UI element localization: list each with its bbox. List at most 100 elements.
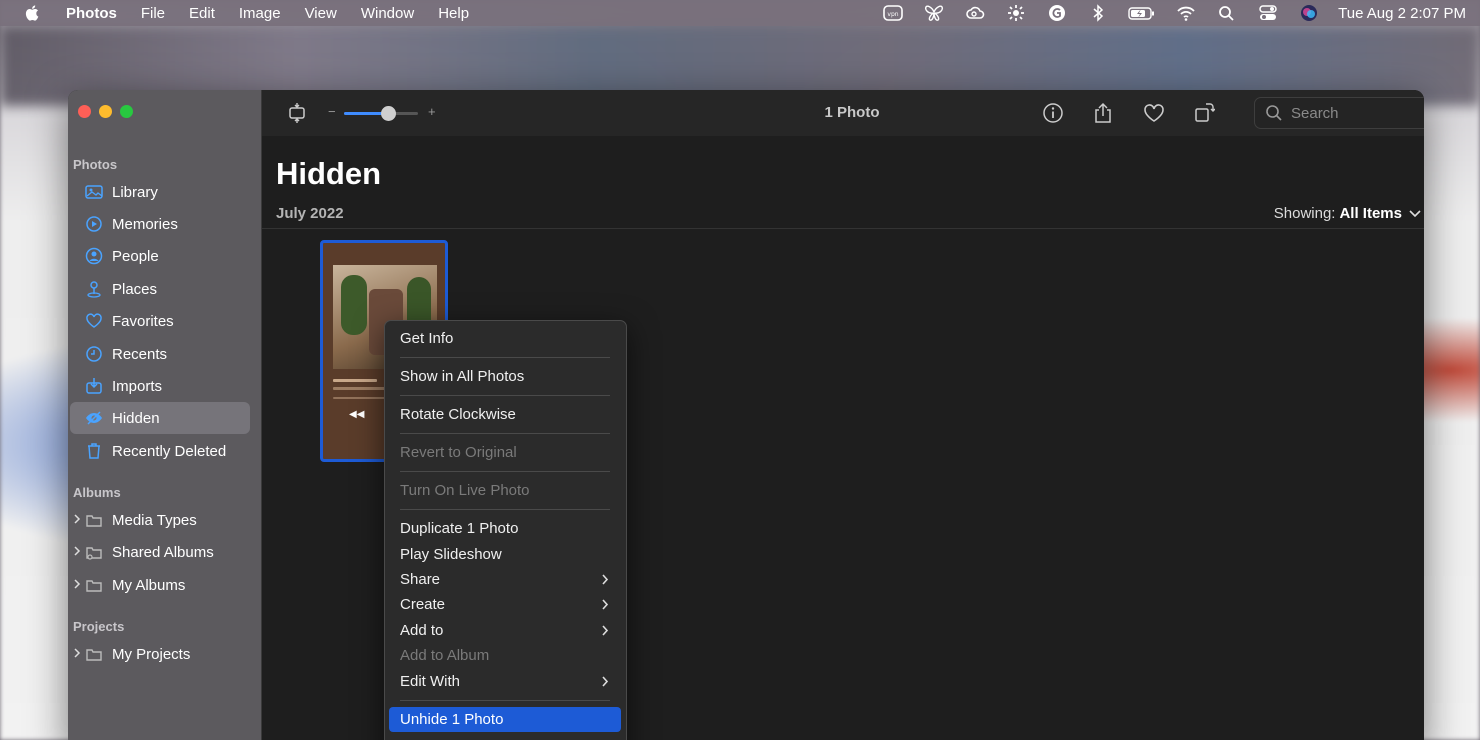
sidebar-item-people[interactable]: People — [70, 240, 250, 272]
submenu-chevron-icon — [602, 574, 609, 585]
menu-item-label: Edit With — [400, 673, 461, 690]
menu-separator — [400, 395, 610, 396]
context-menu: Get Info Show in All Photos Rotate Clock… — [384, 320, 627, 740]
sidebar-item-label: Recently Deleted — [112, 442, 227, 460]
sidebar-item-label: Shared Albums — [112, 543, 214, 561]
share-icon[interactable] — [1090, 100, 1116, 126]
menu-separator — [400, 433, 610, 434]
submenu-chevron-icon — [602, 676, 609, 687]
photos-window: Photos Library Memories People Places Fa… — [68, 90, 1424, 740]
sidebar-item-my-projects[interactable]: My Projects — [70, 638, 250, 670]
menu-item-create[interactable]: Create — [389, 592, 621, 617]
menu-window[interactable]: Window — [361, 5, 414, 22]
menu-item-label: Turn On Live Photo — [400, 482, 530, 499]
sidebar-item-label: My Albums — [112, 576, 186, 594]
creative-cloud-icon[interactable] — [964, 4, 986, 22]
zoom-slider-knob[interactable] — [381, 106, 397, 121]
fit-view-icon[interactable] — [284, 100, 310, 126]
menu-help[interactable]: Help — [438, 5, 469, 22]
sidebar-item-label: My Projects — [112, 645, 191, 663]
menu-app-name[interactable]: Photos — [66, 5, 117, 22]
menu-item-add-to-album: Add to Album — [389, 643, 621, 668]
sidebar-section-albums: Albums — [73, 485, 121, 500]
grammarly-icon[interactable] — [1046, 4, 1068, 22]
sparkle-icon[interactable] — [1005, 4, 1027, 22]
sidebar: Photos Library Memories People Places Fa… — [68, 90, 262, 740]
bluetooth-icon[interactable] — [1087, 4, 1109, 22]
sidebar-item-hidden[interactable]: Hidden — [70, 402, 250, 434]
close-window-button[interactable] — [78, 105, 91, 118]
menu-item-play-slideshow[interactable]: Play Slideshow — [389, 542, 621, 567]
wifi-icon[interactable] — [1175, 4, 1197, 22]
zoom-window-button[interactable] — [120, 105, 133, 118]
sidebar-item-favorites[interactable]: Favorites — [70, 305, 250, 337]
hidden-icon — [84, 408, 104, 428]
sidebar-item-label: Hidden — [112, 409, 160, 427]
battery-icon[interactable] — [1128, 4, 1156, 22]
info-icon[interactable] — [1040, 100, 1066, 126]
control-center-icon[interactable] — [1257, 4, 1279, 22]
heart-icon[interactable] — [1141, 100, 1167, 126]
menu-item-edit-with[interactable]: Edit With — [389, 669, 621, 694]
search-input[interactable]: Search — [1254, 97, 1424, 129]
vpn-icon[interactable]: vpn — [882, 4, 904, 22]
sidebar-item-label: People — [112, 247, 159, 265]
track-artist-bar — [333, 387, 389, 390]
sidebar-item-shared-albums[interactable]: Shared Albums — [70, 536, 250, 568]
folder-icon — [84, 644, 104, 664]
menu-file[interactable]: File — [141, 5, 165, 22]
recents-icon — [84, 344, 104, 364]
menu-item-duplicate-photo[interactable]: Duplicate 1 Photo — [389, 516, 621, 541]
sidebar-item-label: Favorites — [112, 312, 174, 330]
sidebar-item-recents[interactable]: Recents — [70, 338, 250, 370]
menu-item-label: Unhide 1 Photo — [400, 711, 504, 728]
menu-item-label: Add to Album — [400, 647, 490, 664]
minimize-window-button[interactable] — [99, 105, 112, 118]
sidebar-item-recently-deleted[interactable]: Recently Deleted — [70, 435, 250, 467]
menu-item-rotate-clockwise[interactable]: Rotate Clockwise — [389, 402, 621, 427]
sidebar-item-imports[interactable]: Imports — [70, 370, 250, 402]
butterfly-icon[interactable] — [923, 4, 945, 22]
menu-item-get-info[interactable]: Get Info — [389, 326, 621, 351]
sidebar-item-library[interactable]: Library — [70, 176, 250, 208]
menu-view[interactable]: View — [305, 5, 337, 22]
menu-item-turn-on-live-photo: Turn On Live Photo — [389, 478, 621, 503]
menu-item-label: Show in All Photos — [400, 368, 525, 385]
sidebar-item-memories[interactable]: Memories — [70, 208, 250, 240]
chevron-right-icon[interactable] — [72, 646, 82, 660]
search-icon — [1266, 105, 1282, 121]
showing-label: Showing: — [1273, 205, 1336, 222]
chevron-right-icon[interactable] — [72, 544, 82, 558]
menu-item-label: Add to — [400, 622, 444, 639]
menu-item-show-in-all-photos[interactable]: Show in All Photos — [389, 364, 621, 389]
shared-folder-icon — [84, 542, 104, 562]
menubar-clock[interactable]: Tue Aug 2 2:07 PM — [1338, 5, 1466, 22]
zoom-slider[interactable]: − + — [328, 104, 438, 122]
sidebar-item-label: Memories — [112, 215, 178, 233]
menu-item-label: Get Info — [400, 330, 454, 347]
rotate-icon[interactable] — [1191, 100, 1217, 126]
menu-item-label: Create — [400, 596, 446, 613]
menu-item-label: Duplicate 1 Photo — [400, 520, 519, 537]
siri-icon[interactable] — [1298, 4, 1320, 22]
chevron-down-icon — [1409, 209, 1421, 217]
date-section-header: July 2022 — [276, 205, 344, 222]
showing-filter[interactable]: Showing: All Items — [1274, 205, 1422, 222]
content-divider — [262, 228, 1424, 229]
chevron-right-icon[interactable] — [72, 512, 82, 526]
apple-logo-icon[interactable] — [24, 4, 42, 22]
sidebar-item-my-albums[interactable]: My Albums — [70, 569, 250, 601]
menu-separator — [400, 471, 610, 472]
sidebar-item-media-types[interactable]: Media Types — [70, 504, 250, 536]
window-controls — [78, 105, 133, 118]
chevron-right-icon[interactable] — [72, 577, 82, 591]
sidebar-item-places[interactable]: Places — [70, 273, 250, 305]
menu-edit[interactable]: Edit — [189, 5, 215, 22]
menu-item-add-to[interactable]: Add to — [389, 618, 621, 643]
menu-image[interactable]: Image — [239, 5, 281, 22]
vpn-label: vpn — [888, 11, 899, 18]
spotlight-search-icon[interactable] — [1216, 4, 1238, 22]
menu-item-unhide-photo[interactable]: Unhide 1 Photo — [389, 707, 621, 732]
menu-item-label: Rotate Clockwise — [400, 406, 516, 423]
menu-item-share[interactable]: Share — [389, 567, 621, 592]
